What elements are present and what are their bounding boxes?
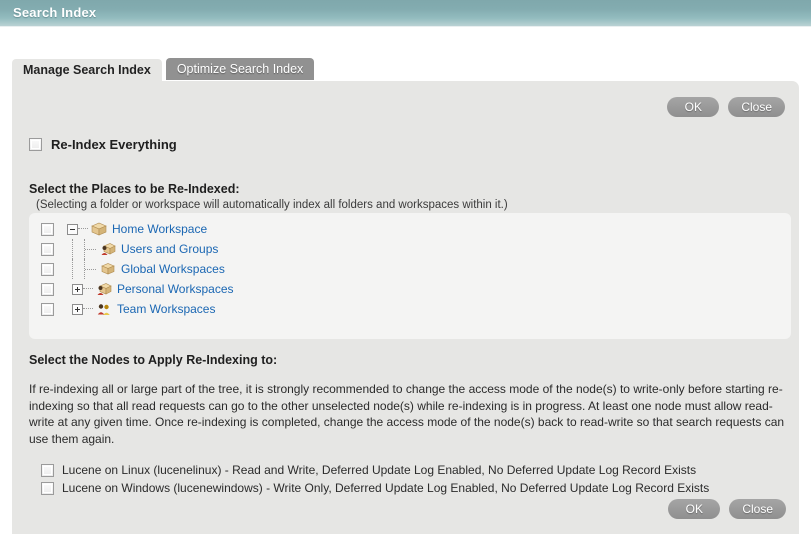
ok-button-top[interactable]: OK (667, 97, 719, 117)
places-section-heading: Select the Places to be Re-Indexed: (29, 182, 240, 196)
tree-label-users-and-groups[interactable]: Users and Groups (121, 242, 218, 256)
window-title-bar: Search Index (0, 0, 811, 27)
top-button-row: OK Close (667, 97, 785, 117)
node-row-lucenelinux[interactable]: Lucene on Linux (lucenelinux) - Read and… (41, 461, 709, 479)
tree-connector-elbow (84, 239, 97, 259)
tree-checkbox-team-workspaces[interactable] (41, 303, 54, 316)
people-box-folder-icon (99, 241, 117, 257)
tree-row-team-workspaces[interactable]: Team Workspaces (41, 299, 234, 319)
nodes-section-paragraph: If re-indexing all or large part of the … (29, 381, 793, 447)
tree-label-global-workspaces[interactable]: Global Workspaces (121, 262, 225, 276)
close-button-top[interactable]: Close (728, 97, 785, 117)
tree-row-home-workspace[interactable]: Home Workspace (41, 219, 234, 239)
tree-row-global-workspaces[interactable]: Global Workspaces (41, 259, 234, 279)
tree-row-users-and-groups[interactable]: Users and Groups (41, 239, 234, 259)
tree-toggle-minus-icon[interactable] (67, 224, 78, 235)
bottom-button-row: OK Close (668, 499, 786, 519)
reindex-everything-label: Re-Index Everything (51, 137, 177, 152)
node-row-lucenewindows[interactable]: Lucene on Windows (lucenewindows) - Writ… (41, 479, 709, 497)
box-folder-icon (90, 221, 108, 237)
nodes-section-heading: Select the Nodes to Apply Re-Indexing to… (29, 353, 277, 367)
node-checkbox-lucenelinux[interactable] (41, 464, 54, 477)
tree-toggle-plus-icon[interactable] (72, 284, 83, 295)
places-tree: Home Workspace Users and Grou (41, 219, 234, 319)
box-folder-icon (99, 261, 117, 277)
tab-strip: Manage Search Index Optimize Search Inde… (12, 59, 314, 81)
places-section-subtext: (Selecting a folder or workspace will au… (36, 199, 508, 211)
tree-checkbox-users-and-groups[interactable] (41, 243, 54, 256)
tree-row-personal-workspaces[interactable]: Personal Workspaces (41, 279, 234, 299)
tree-checkbox-home-workspace[interactable] (41, 223, 54, 236)
manage-search-index-panel: OK Close Re-Index Everything Select the … (12, 81, 799, 534)
tab-optimize-search-index[interactable]: Optimize Search Index (166, 58, 314, 80)
tree-toggle-plus-icon[interactable] (72, 304, 83, 315)
team-people-icon (95, 301, 113, 317)
tree-label-team-workspaces[interactable]: Team Workspaces (117, 302, 215, 316)
node-label-lucenelinux: Lucene on Linux (lucenelinux) - Read and… (62, 463, 696, 477)
close-button-bottom[interactable]: Close (729, 499, 786, 519)
tree-connector-line (83, 308, 93, 310)
ok-button-bottom[interactable]: OK (668, 499, 720, 519)
tree-label-personal-workspaces[interactable]: Personal Workspaces (117, 282, 234, 296)
tree-checkbox-personal-workspaces[interactable] (41, 283, 54, 296)
page-title: Search Index (13, 5, 96, 20)
node-label-lucenewindows: Lucene on Windows (lucenewindows) - Writ… (62, 481, 709, 495)
reindex-everything-row: Re-Index Everything (29, 137, 177, 152)
tree-connector-elbow (84, 259, 97, 279)
node-checkbox-list: Lucene on Linux (lucenelinux) - Read and… (41, 461, 709, 497)
tree-connector-line (78, 228, 88, 230)
tab-manage-search-index[interactable]: Manage Search Index (12, 59, 162, 81)
people-box-folder-icon (95, 281, 113, 297)
tree-checkbox-global-workspaces[interactable] (41, 263, 54, 276)
reindex-everything-checkbox[interactable] (29, 138, 42, 151)
node-checkbox-lucenewindows[interactable] (41, 482, 54, 495)
places-tree-panel: Home Workspace Users and Grou (29, 213, 791, 339)
tree-connector-line (83, 288, 93, 290)
tree-label-home-workspace[interactable]: Home Workspace (112, 222, 207, 236)
